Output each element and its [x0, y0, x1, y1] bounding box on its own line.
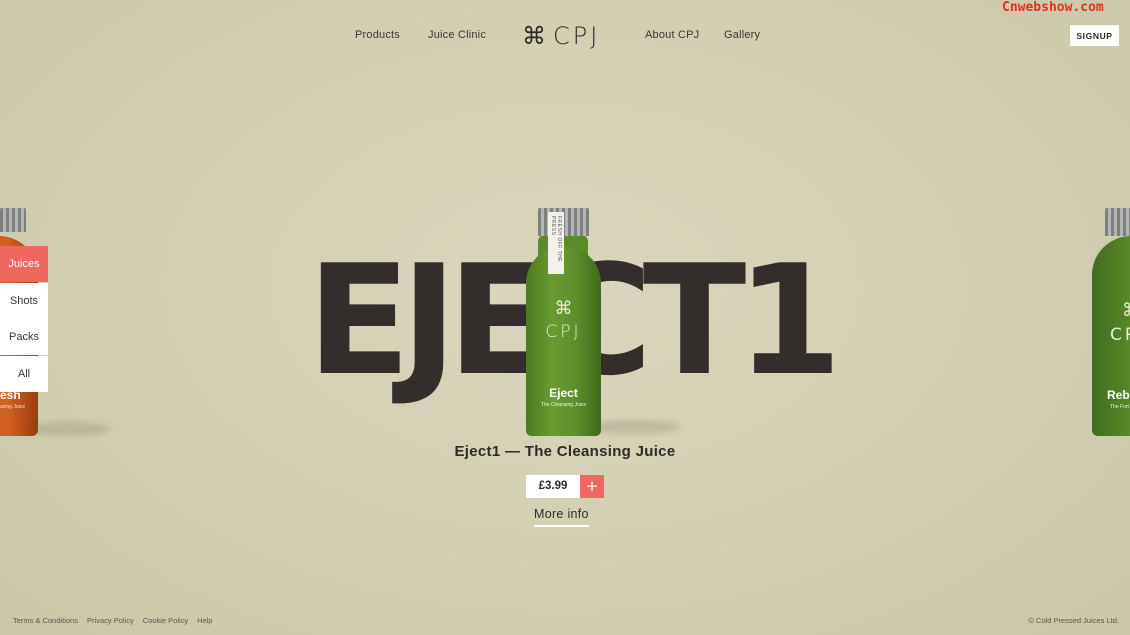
bottle-subtitle: acing Juice — [0, 404, 26, 410]
product-price: £3.99 — [526, 475, 580, 498]
bottle-brand: CP — [1110, 325, 1130, 345]
next-product-bottle[interactable]: ⌘ CP Reb The Fort — [1092, 208, 1130, 438]
footer-links: Terms & Conditions Privacy Policy Cookie… — [13, 616, 222, 625]
footer-help-link[interactable]: Help — [197, 616, 212, 625]
filter-all[interactable]: All — [0, 355, 48, 392]
nav-products[interactable]: Products — [355, 29, 400, 41]
footer-terms-link[interactable]: Terms & Conditions — [13, 616, 78, 625]
bottle-brand: CPJ — [545, 322, 582, 342]
footer-cookie-link[interactable]: Cookie Policy — [143, 616, 188, 625]
footer-privacy-link[interactable]: Privacy Policy — [87, 616, 134, 625]
product-title: Eject1 — The Cleansing Juice — [454, 443, 676, 460]
more-info-link[interactable]: More info — [534, 507, 589, 527]
bottle-cap — [1105, 208, 1130, 236]
filter-packs[interactable]: Packs — [0, 319, 48, 355]
copyright-text: © Cold Pressed Juices Ltd. — [1028, 616, 1119, 625]
cpj-logo[interactable]: ⌘ CPJ — [522, 22, 600, 50]
bottle-shadow — [590, 420, 680, 434]
nav-gallery[interactable]: Gallery — [724, 29, 760, 41]
main-product-bottle[interactable]: FRESH OFF THE PRESS ⌘ CPJ Eject The Clea… — [526, 208, 601, 440]
command-logo-icon: ⌘ — [522, 22, 546, 50]
logo-text: CPJ — [553, 22, 601, 50]
bottle-subtitle: The Cleansing Juice — [540, 402, 587, 408]
command-logo-icon: ⌘ — [1122, 300, 1130, 321]
bottle-strip-text: FRESH OFF THE PRESS — [550, 216, 562, 263]
command-logo-icon: ⌘ — [554, 298, 573, 319]
nav-about[interactable]: About CPJ — [645, 29, 699, 41]
bottle-name: Eject — [549, 386, 578, 400]
filter-juices[interactable]: Juices — [0, 246, 48, 282]
bottle-subtitle: The Fort — [1110, 404, 1129, 410]
add-to-cart-button[interactable]: + — [580, 475, 604, 498]
signup-button[interactable]: SIGNUP — [1070, 25, 1119, 46]
bottle-cap — [0, 208, 26, 232]
bottle-label-strip: FRESH OFF THE PRESS — [548, 212, 564, 274]
nav-juice-clinic[interactable]: Juice Clinic — [428, 29, 486, 41]
filter-shots[interactable]: Shots — [0, 282, 48, 319]
bottle-shadow — [30, 422, 110, 436]
category-filter: Juices Shots Packs All — [0, 246, 48, 392]
bottle-name: Reb — [1107, 388, 1130, 402]
top-navigation: Products Juice Clinic ⌘ CPJ About CPJ Ga… — [0, 0, 1130, 70]
